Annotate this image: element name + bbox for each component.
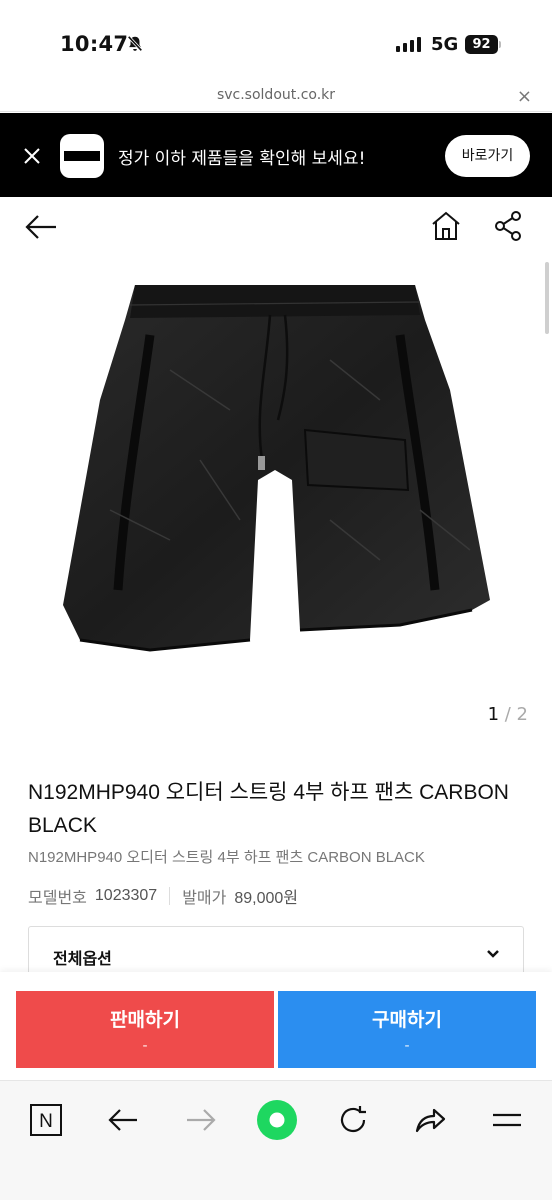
banner-text: 정가 이하 제품들을 확인해 보세요! <box>118 149 366 169</box>
divider <box>169 887 171 905</box>
bell-slash-icon <box>127 35 143 52</box>
green-home-icon[interactable] <box>256 1099 298 1141</box>
promo-banner: 정가 이하 제품들을 확인해 보세요! 바로가기 <box>0 113 552 197</box>
model-number-label: 모델번호 <box>28 890 87 907</box>
product-subtitle: N192MHP940 오디터 스트링 4부 하프 팬츠 CARBON BLACK <box>28 849 425 866</box>
naver-icon[interactable]: N <box>29 1103 63 1137</box>
buy-button-label: 구매하기 <box>372 1009 442 1031</box>
back-arrow-icon[interactable] <box>24 212 58 242</box>
product-meta: 모델번호 1023307 발매가 89,000원 <box>28 884 298 908</box>
chevron-down-icon <box>487 950 499 958</box>
sell-button[interactable]: 판매하기 - <box>16 991 274 1068</box>
url-bar[interactable]: svc.soldout.co.kr × <box>0 80 552 112</box>
go-now-button[interactable]: 바로가기 <box>445 135 530 177</box>
forward-arrow-icon[interactable] <box>184 1103 218 1137</box>
buy-button-price: - <box>404 1038 410 1054</box>
release-price-value: 89,000원 <box>234 890 299 907</box>
action-bar: 판매하기 - 구매하기 - <box>0 972 552 1080</box>
share-icon[interactable] <box>493 210 523 242</box>
menu-icon[interactable] <box>490 1103 524 1137</box>
product-title: N192MHP940 오디터 스트링 4부 하프 팬츠 CARBON BLACK <box>28 781 509 837</box>
image-counter: 1 / 2 <box>488 704 528 725</box>
home-icon[interactable] <box>430 210 462 242</box>
sell-button-label: 판매하기 <box>110 1009 180 1031</box>
url-text[interactable]: svc.soldout.co.kr <box>0 87 552 103</box>
app-logo-icon <box>60 134 104 178</box>
release-price-label: 발매가 <box>182 890 227 907</box>
browser-toolbar: N <box>0 1080 552 1200</box>
battery-level: 92 <box>465 35 498 54</box>
back-arrow-icon[interactable] <box>106 1103 140 1137</box>
share-arrow-icon[interactable] <box>413 1103 447 1137</box>
option-select-value: 전체옵션 <box>53 949 112 968</box>
page-header <box>0 197 552 259</box>
status-bar: 10:47 5G 92 <box>0 0 552 80</box>
reload-icon[interactable] <box>336 1103 370 1137</box>
model-number-value: 1023307 <box>94 887 158 904</box>
close-icon[interactable] <box>22 146 42 166</box>
close-icon[interactable]: × <box>517 86 532 107</box>
image-counter-current: 1 <box>487 704 500 725</box>
signal-icon <box>396 36 421 52</box>
buy-button[interactable]: 구매하기 - <box>278 991 536 1068</box>
network-label: 5G <box>431 34 459 55</box>
battery-icon: 92 <box>465 35 501 54</box>
image-counter-separator: / <box>499 704 517 725</box>
status-time: 10:47 <box>60 32 129 56</box>
naver-icon-label: N <box>39 1111 53 1132</box>
sell-button-price: - <box>142 1038 148 1054</box>
product-image[interactable] <box>0 260 552 700</box>
image-counter-total: 2 <box>516 704 528 725</box>
